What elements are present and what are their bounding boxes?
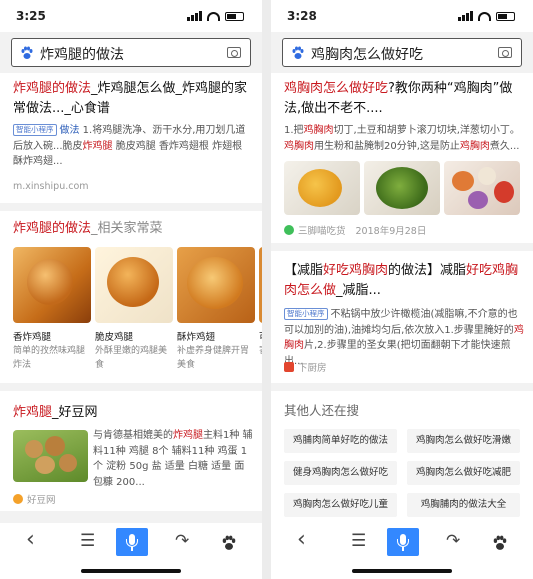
right-screen: 3:28 鸡胸肉怎么做好吃 鸡胸肉怎么做好吃?教你两种“鸡胸肉”做法,做出不老不… xyxy=(271,0,533,579)
result-title[interactable]: 鸡胸肉怎么做好吃?教你两种“鸡胸肉”做法,做出不老不.... xyxy=(284,79,524,119)
result-image[interactable] xyxy=(13,430,88,482)
dish-desc: 简单的孜然味鸡腿炸法 xyxy=(13,346,86,370)
voice-search-button[interactable] xyxy=(387,528,419,556)
share-icon[interactable]: ↷ xyxy=(175,531,189,551)
camera-icon[interactable] xyxy=(498,47,512,58)
result-image[interactable] xyxy=(444,161,520,215)
left-screen: 3:25 炸鸡腿的做法 炸鸡腿的做法_炸鸡腿怎么做_炸鸡腿的家常做法..._心食… xyxy=(0,0,262,579)
related-search-chip[interactable]: 鸡脯肉简单好吃的做法 xyxy=(284,429,397,453)
wifi-icon xyxy=(478,12,491,21)
back-icon[interactable]: ‹ xyxy=(297,527,306,552)
menu-icon[interactable]: ☰ xyxy=(351,531,366,551)
result-source: 三脚喵吃货 2018年9月28日 xyxy=(284,223,426,237)
dish-name[interactable]: 酥炸鸡翅 xyxy=(177,329,215,343)
search-input[interactable]: 炸鸡腿的做法 xyxy=(11,38,251,67)
result-snippet: 与肯德基相媲美的炸鸡腿主料1种 辅料11种 鸡腿 8个 辅料11种 鸡蛋 1个 … xyxy=(93,430,253,488)
result-title[interactable]: 炸鸡腿_好豆网 xyxy=(13,403,253,423)
result-card[interactable]: 炸鸡腿_好豆网 与肯德基相媲美的炸鸡腿主料1种 辅料11种 鸡腿 8个 辅料11… xyxy=(0,391,262,511)
status-time: 3:28 xyxy=(287,9,317,23)
home-indicator xyxy=(352,569,452,573)
signal-icon xyxy=(187,11,202,21)
related-searches-heading: 其他人还在搜 xyxy=(284,403,360,418)
menu-icon[interactable]: ☰ xyxy=(80,531,95,551)
related-search-chip[interactable]: 鸡胸肉怎么做好吃儿童 xyxy=(284,493,397,517)
wifi-icon xyxy=(207,12,220,21)
search-query: 炸鸡腿的做法 xyxy=(40,47,124,63)
related-search-chip[interactable]: 鸡胸肉怎么做好吃滑嫩 xyxy=(407,429,520,453)
related-dishes-card[interactable]: 炸鸡腿的做法_相关家常菜 香炸鸡腿 简单的孜然味鸡腿炸法 脆皮鸡腿 外酥里嫩的鸡… xyxy=(0,211,262,383)
status-bar: 3:25 xyxy=(0,0,262,32)
result-source: 好豆网 xyxy=(13,492,56,506)
camera-icon[interactable] xyxy=(227,47,241,58)
baidu-paw-icon xyxy=(292,46,304,59)
result-title[interactable]: 炸鸡腿的做法_炸鸡腿怎么做_炸鸡腿的家常做法..._心食谱 xyxy=(13,79,253,119)
share-icon[interactable]: ↷ xyxy=(446,531,460,551)
related-search-chip[interactable]: 健身鸡胸肉怎么做好吃 xyxy=(284,461,397,485)
dish-name[interactable]: 香炸鸡腿 xyxy=(13,329,51,343)
result-title[interactable]: 【减脂好吃鸡胸肉的做法】减脂好吃鸡胸肉怎么做_减脂... xyxy=(284,261,524,301)
result-card[interactable]: 炸鸡腿的做法_炸鸡腿怎么做_炸鸡腿的家常做法..._心食谱 智能小程序 做法 1.… xyxy=(0,73,262,203)
site-logo-icon xyxy=(284,362,294,372)
signal-icon xyxy=(458,11,473,21)
status-time: 3:25 xyxy=(16,9,46,23)
status-bar: 3:28 xyxy=(271,0,533,32)
dish-name[interactable]: 脆皮鸡腿 xyxy=(95,329,133,343)
result-snippet: 1.把鸡胸肉切丁,土豆和胡萝卜滚刀切块,洋葱切小丁。鸡胸肉用生粉和盐腌制20分钟… xyxy=(284,125,520,152)
result-source: m.xinshipu.com xyxy=(13,181,89,192)
dish-image[interactable] xyxy=(177,247,255,323)
battery-icon xyxy=(496,12,515,21)
dish-desc: 补虚养身健脾开胃美食 xyxy=(177,346,250,370)
bottom-toolbar: ‹ ☰ ↷ xyxy=(0,523,262,579)
dish-desc: 害 xyxy=(259,344,262,358)
dish-image[interactable] xyxy=(259,247,262,323)
related-search-chip[interactable]: 鸡胸肉怎么做好吃减肥 xyxy=(407,461,520,485)
related-searches: 其他人还在搜 鸡脯肉简单好吃的做法 鸡胸肉怎么做好吃滑嫩 健身鸡胸肉怎么做好吃 … xyxy=(271,391,533,523)
dish-image[interactable] xyxy=(95,247,173,323)
baidu-paw-icon[interactable] xyxy=(492,535,508,551)
home-indicator xyxy=(81,569,181,573)
battery-icon xyxy=(225,12,244,21)
site-logo-icon xyxy=(13,494,23,504)
site-logo-icon xyxy=(284,225,294,235)
baidu-paw-icon xyxy=(21,46,33,59)
dish-name[interactable]: 可 xyxy=(259,329,262,343)
result-card[interactable]: 鸡胸肉怎么做好吃?教你两种“鸡胸肉”做法,做出不老不.... 1.把鸡胸肉切丁,… xyxy=(271,73,533,243)
search-input[interactable]: 鸡胸肉怎么做好吃 xyxy=(282,38,522,67)
result-source: 下厨房 xyxy=(284,360,327,374)
result-image[interactable] xyxy=(364,161,440,215)
result-snippet: 智能小程序 做法 1.将鸡腿洗净、沥干水分,用刀划几道后放入碗...脆皮炸鸡腿 脆… xyxy=(13,124,246,167)
bottom-toolbar: ‹ ☰ ↷ xyxy=(271,523,533,579)
baidu-paw-icon[interactable] xyxy=(221,535,237,551)
related-title[interactable]: 炸鸡腿的做法_相关家常菜 xyxy=(13,219,253,239)
dish-image[interactable] xyxy=(13,247,91,323)
result-card[interactable]: 【减脂好吃鸡胸肉的做法】减脂好吃鸡胸肉怎么做_减脂... 智能小程序 不粘锅中放少… xyxy=(271,251,533,383)
back-icon[interactable]: ‹ xyxy=(26,527,35,552)
related-search-chip[interactable]: 鸡胸脯肉的做法大全 xyxy=(407,493,520,517)
search-query: 鸡胸肉怎么做好吃 xyxy=(311,47,423,63)
voice-search-button[interactable] xyxy=(116,528,148,556)
dish-desc: 外酥里嫩的鸡腿美食 xyxy=(95,346,168,370)
result-image[interactable] xyxy=(284,161,360,215)
